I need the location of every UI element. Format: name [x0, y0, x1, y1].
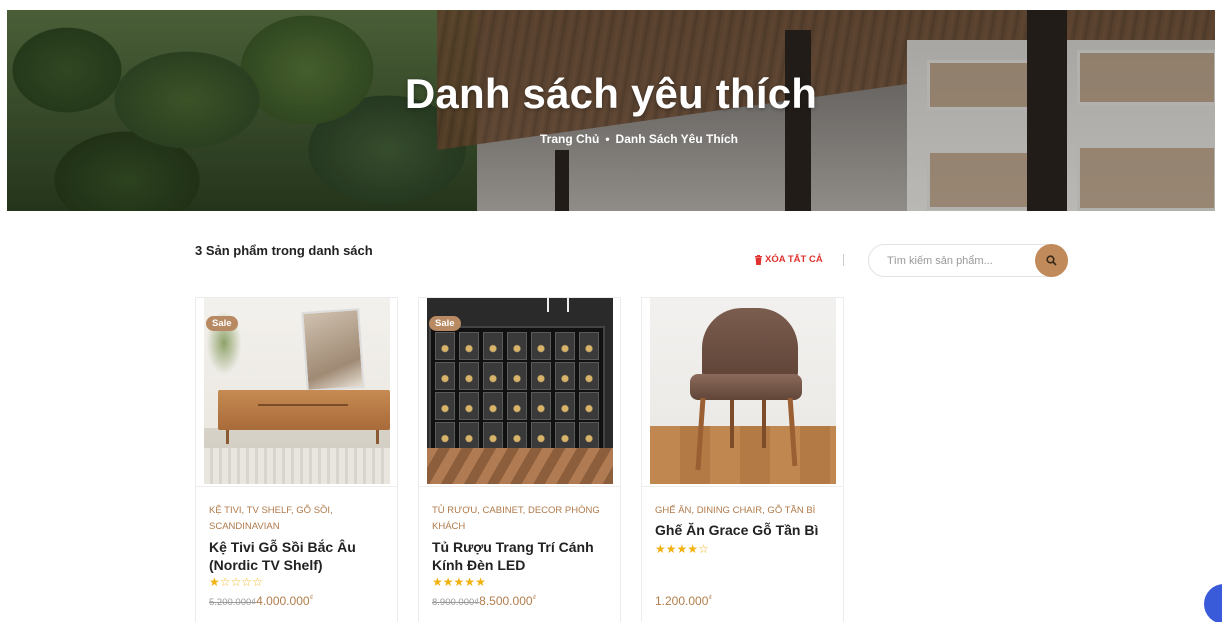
star-filled-icon: ★ [475, 575, 486, 589]
old-price: 5.200.000₫ [209, 597, 257, 608]
search-icon [1046, 255, 1057, 266]
product-name[interactable]: Ghế Ăn Grace Gỗ Tần Bì [655, 521, 840, 539]
product-card[interactable]: Sale KỆ TIVI, TV SHELF, GỖ SỒI, SCANDINA… [195, 297, 398, 622]
star-empty-icon: ☆ [219, 575, 231, 589]
star-filled-icon: ★ [676, 542, 688, 556]
product-price: 1.200.000₫ [655, 594, 712, 608]
product-price: 5.200.000₫4.000.000₫ [209, 594, 313, 608]
star-empty-icon: ☆ [241, 575, 253, 589]
search-button[interactable] [1035, 244, 1068, 277]
breadcrumb-current: Danh Sách Yêu Thích [615, 132, 739, 146]
current-price: 1.200.000₫ [655, 594, 712, 608]
chat-widget-button[interactable] [1204, 584, 1222, 622]
toolbar-divider [843, 254, 844, 266]
star-filled-icon: ★ [655, 542, 666, 556]
old-price: 8.900.000₫ [432, 597, 480, 608]
star-filled-icon: ★ [453, 575, 465, 589]
star-filled-icon: ★ [687, 542, 699, 556]
star-filled-icon: ★ [442, 575, 454, 589]
clear-all-button[interactable]: XÓA TẤT CẢ [754, 254, 823, 265]
clear-all-label: XÓA TẤT CẢ [765, 254, 823, 265]
current-price: 8.500.000₫ [479, 594, 537, 608]
star-empty-icon: ☆ [252, 575, 263, 589]
star-filled-icon: ★ [665, 542, 677, 556]
breadcrumb-separator: • [605, 132, 610, 146]
current-price: 4.000.000₫ [256, 594, 314, 608]
sale-badge: Sale [429, 316, 461, 331]
star-filled-icon: ★ [432, 575, 443, 589]
product-name[interactable]: Kệ Tivi Gỗ Sồi Bắc Âu (Nordic TV Shelf) [209, 538, 394, 574]
trash-icon [755, 254, 762, 265]
star-rating: ★☆☆☆☆ [209, 575, 263, 589]
sale-badge: Sale [206, 316, 238, 331]
product-card[interactable]: GHẾ ĂN, DINING CHAIR, GỖ TẦN BÌ Ghế Ăn G… [641, 297, 844, 622]
product-price: 8.900.000₫8.500.000₫ [432, 594, 536, 608]
breadcrumb: Trang Chủ • Danh Sách Yêu Thích [0, 132, 1222, 146]
product-name[interactable]: Tủ Rượu Trang Trí Cánh Kính Đèn LED [432, 538, 617, 574]
page-title: Danh sách yêu thích [404, 70, 818, 117]
star-filled-icon: ★ [209, 575, 220, 589]
search-input[interactable] [887, 253, 1032, 269]
star-empty-icon: ☆ [230, 575, 242, 589]
product-image[interactable] [650, 298, 836, 484]
product-categories[interactable]: GHẾ ĂN, DINING CHAIR, GỖ TẦN BÌ [655, 503, 835, 519]
breadcrumb-home-link[interactable]: Trang Chủ [540, 132, 599, 146]
star-rating: ★★★★★ [432, 575, 486, 589]
star-empty-icon: ☆ [698, 542, 709, 556]
star-filled-icon: ★ [464, 575, 476, 589]
wishlist-count: 3 Sản phẩm trong danh sách [195, 243, 373, 258]
star-rating: ★★★★☆ [655, 542, 709, 556]
product-card[interactable]: Sale TỦ RƯỢU, CABINET, DECOR PHÒNG KHÁCH… [418, 297, 621, 622]
product-categories[interactable]: KỆ TIVI, TV SHELF, GỖ SỒI, SCANDINAVIAN [209, 503, 389, 535]
product-categories[interactable]: TỦ RƯỢU, CABINET, DECOR PHÒNG KHÁCH [432, 503, 612, 535]
